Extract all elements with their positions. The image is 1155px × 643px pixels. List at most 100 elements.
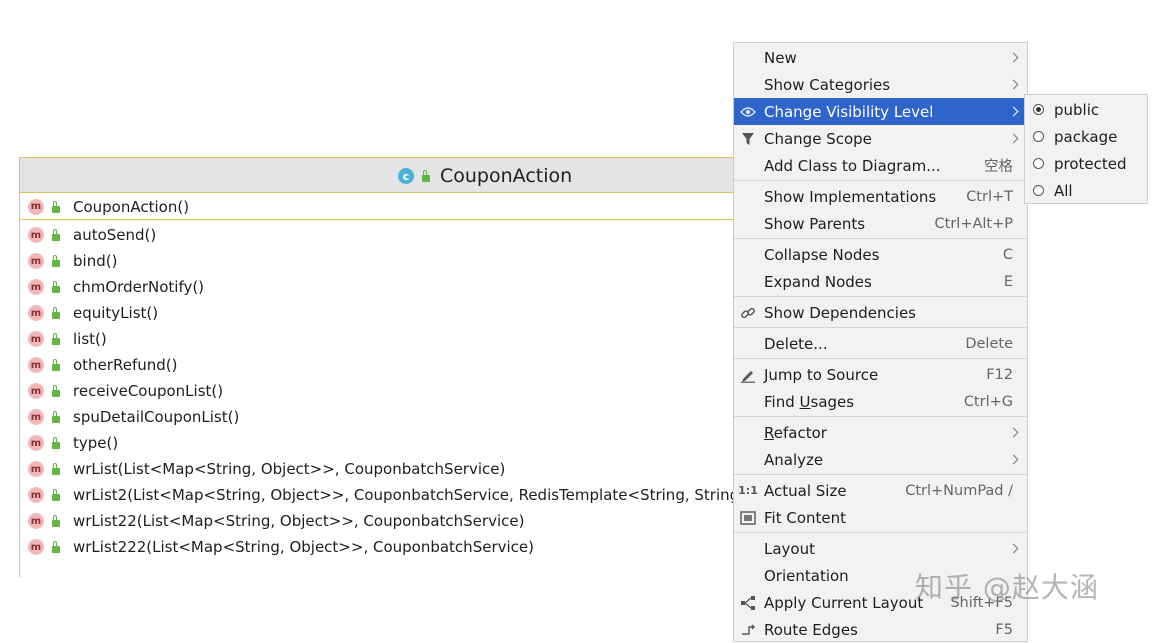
method-icon: m — [28, 487, 44, 503]
method-name: otherRefund() — [73, 356, 178, 374]
method-row[interactable]: m equityList() — [20, 300, 780, 326]
radio-checked-icon — [1033, 104, 1044, 115]
public-lock-icon — [52, 333, 60, 345]
menu-item-label: Find Usages — [764, 392, 855, 411]
visibility-option-package[interactable]: package — [1025, 123, 1147, 150]
method-name: wrList222(List<Map<String, Object>>, Cou… — [73, 538, 534, 556]
menu-item-show-categories[interactable]: Show Categories — [734, 71, 1027, 98]
menu-item-delete[interactable]: Delete... Delete — [734, 330, 1027, 357]
menu-separator — [734, 238, 1027, 239]
menu-item-change-visibility[interactable]: Change Visibility Level — [734, 98, 1027, 125]
menu-separator — [734, 327, 1027, 328]
menu-item-jump-to-source[interactable]: Jump to Source F12 — [734, 361, 1027, 388]
menu-item-shortcut: F12 — [986, 366, 1013, 383]
public-lock-icon — [52, 229, 60, 241]
public-lock-icon — [422, 170, 430, 182]
link-icon — [739, 304, 757, 322]
uml-class-node[interactable]: c CouponAction m CouponAction() m autoSen… — [19, 157, 780, 577]
method-row[interactable]: m list() — [20, 326, 780, 352]
context-menu: New Show Categories Change Visibility Le… — [733, 42, 1028, 642]
method-row[interactable]: m autoSend() — [20, 222, 780, 248]
menu-item-label: Change Scope — [764, 129, 872, 148]
method-icon: m — [28, 461, 44, 477]
menu-item-show-implementations[interactable]: Show Implementations Ctrl+T — [734, 183, 1027, 210]
menu-item-refactor[interactable]: Refactor — [734, 419, 1027, 446]
method-row[interactable]: m wrList2(List<Map<String, Object>>, Coup… — [20, 482, 780, 508]
menu-item-change-scope[interactable]: Change Scope — [734, 125, 1027, 152]
method-icon: m — [28, 409, 44, 425]
menu-item-show-parents[interactable]: Show Parents Ctrl+Alt+P — [734, 210, 1027, 237]
radio-icon — [1033, 131, 1044, 142]
menu-item-label: Orientation — [764, 566, 849, 585]
method-list: m autoSend() m bind() m chmOrderNotify() m e… — [20, 222, 780, 560]
public-lock-icon — [52, 411, 60, 423]
visibility-option-label: All — [1054, 181, 1073, 200]
method-row[interactable]: m type() — [20, 430, 780, 456]
method-icon: m — [28, 253, 44, 269]
class-header[interactable]: c CouponAction — [20, 157, 780, 193]
method-icon: m — [28, 539, 44, 555]
menu-item-fit-content[interactable]: Fit Content — [734, 504, 1027, 531]
method-row[interactable]: m wrList(List<Map<String, Object>>, Coupo… — [20, 456, 780, 482]
filter-icon — [739, 130, 757, 148]
menu-item-label: Apply Current Layout — [764, 593, 924, 612]
method-row[interactable]: m chmOrderNotify() — [20, 274, 780, 300]
menu-separator — [734, 180, 1027, 181]
menu-separator — [734, 416, 1027, 417]
menu-item-expand-nodes[interactable]: Expand Nodes E — [734, 268, 1027, 295]
method-name: chmOrderNotify() — [73, 278, 205, 296]
menu-separator — [734, 474, 1027, 475]
visibility-option-label: package — [1054, 127, 1118, 146]
method-name: wrList2(List<Map<String, Object>>, Coupo… — [73, 486, 758, 504]
menu-item-label: Show Implementations — [764, 187, 937, 206]
menu-separator — [734, 296, 1027, 297]
method-name: spuDetailCouponList() — [73, 408, 240, 426]
visibility-option-protected[interactable]: protected — [1025, 150, 1147, 177]
method-name: receiveCouponList() — [73, 382, 224, 400]
submenu-arrow-icon — [1008, 543, 1019, 554]
menu-item-label: Show Dependencies — [764, 303, 916, 322]
method-row[interactable]: m wrList22(List<Map<String, Object>>, Cou… — [20, 508, 780, 534]
menu-item-shortcut: Ctrl+G — [963, 393, 1013, 410]
actual-size-icon: 1:1 — [738, 484, 758, 497]
public-lock-icon — [52, 463, 60, 475]
radio-icon — [1033, 185, 1044, 196]
method-row[interactable]: m wrList222(List<Map<String, Object>>, Co… — [20, 534, 780, 560]
class-title: CouponAction — [440, 165, 573, 187]
submenu-arrow-icon — [1008, 427, 1019, 438]
menu-item-layout[interactable]: Layout — [734, 535, 1027, 562]
menu-item-analyze[interactable]: Analyze — [734, 446, 1027, 473]
method-row[interactable]: m otherRefund() — [20, 352, 780, 378]
eye-icon — [739, 103, 757, 121]
menu-item-label: Layout — [764, 539, 815, 558]
method-name: bind() — [73, 252, 118, 270]
visibility-option-all[interactable]: All — [1025, 177, 1147, 204]
visibility-option-public[interactable]: public — [1025, 96, 1147, 123]
menu-item-add-class[interactable]: Add Class to Diagram... 空格 — [734, 152, 1027, 179]
public-lock-icon — [52, 307, 60, 319]
method-icon: m — [28, 198, 44, 215]
method-row[interactable]: m spuDetailCouponList() — [20, 404, 780, 430]
submenu-arrow-icon — [1008, 106, 1019, 117]
menu-item-label: New — [764, 48, 797, 67]
menu-item-show-dependencies[interactable]: Show Dependencies — [734, 299, 1027, 326]
menu-item-route-edges[interactable]: Route Edges F5 — [734, 616, 1027, 643]
menu-item-collapse-nodes[interactable]: Collapse Nodes C — [734, 241, 1027, 268]
menu-item-label: Expand Nodes — [764, 272, 872, 291]
public-lock-icon — [52, 359, 60, 371]
constructor-name: CouponAction() — [73, 197, 190, 216]
menu-item-find-usages[interactable]: Find Usages Ctrl+G — [734, 388, 1027, 415]
public-lock-icon — [52, 281, 60, 293]
constructor-row[interactable]: m CouponAction() — [20, 194, 780, 219]
menu-item-actual-size[interactable]: 1:1 Actual Size Ctrl+NumPad / — [734, 477, 1027, 504]
menu-item-label: Delete... — [764, 334, 828, 353]
menu-item-label: Show Categories — [764, 75, 891, 94]
menu-item-shortcut: Ctrl+T — [966, 188, 1013, 205]
method-row[interactable]: m receiveCouponList() — [20, 378, 780, 404]
visibility-option-label: public — [1054, 100, 1100, 119]
constructor-section: m CouponAction() — [20, 194, 780, 220]
method-name: wrList22(List<Map<String, Object>>, Coup… — [73, 512, 525, 530]
method-row[interactable]: m bind() — [20, 248, 780, 274]
class-icon: c — [398, 168, 414, 184]
menu-item-new[interactable]: New — [734, 44, 1027, 71]
